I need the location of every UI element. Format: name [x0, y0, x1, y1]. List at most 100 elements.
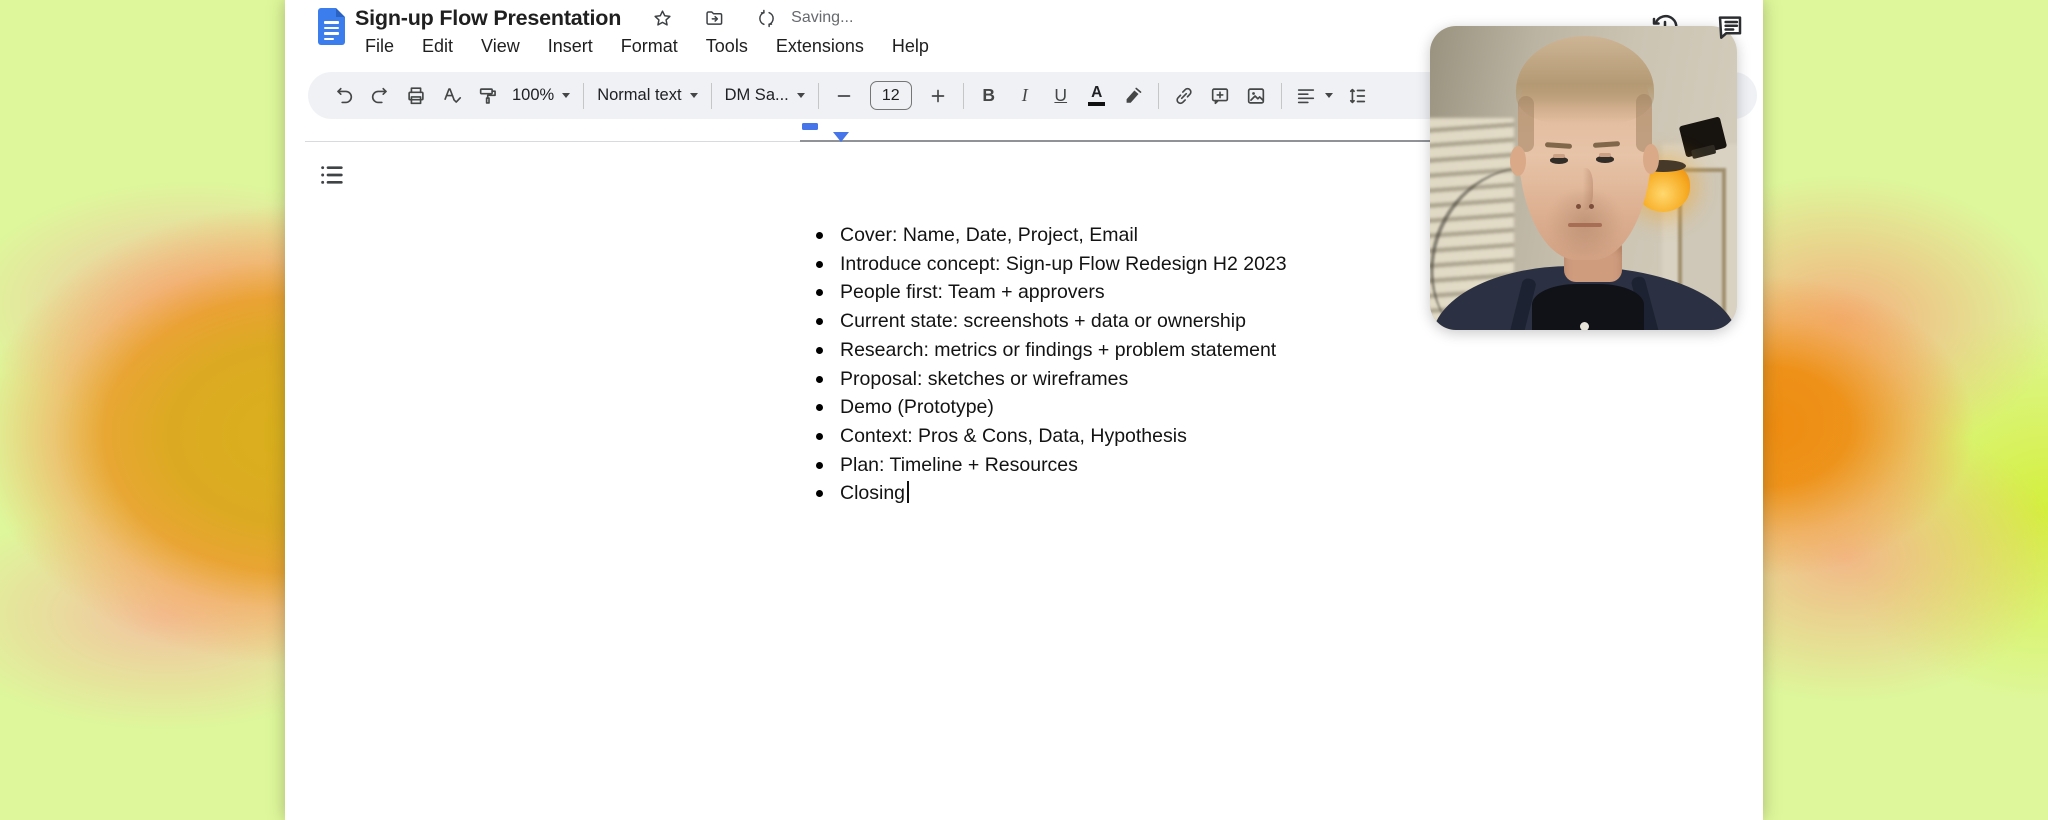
paragraph-style-select[interactable]: Normal text — [591, 86, 703, 105]
saving-sync-button[interactable] — [753, 5, 779, 31]
desktop-gradient-left — [0, 0, 286, 820]
chevron-down-icon — [562, 93, 570, 98]
left-indent-marker[interactable] — [833, 132, 849, 142]
list-item[interactable]: Context: Pros & Cons, Data, Hypothesis — [815, 422, 1287, 451]
align-left-icon — [1295, 85, 1317, 107]
undo-button[interactable] — [326, 78, 362, 114]
person-eye — [1550, 157, 1568, 164]
person-eye — [1596, 156, 1614, 163]
align-select[interactable] — [1289, 85, 1339, 107]
saving-status: Saving... — [791, 9, 853, 27]
person-hair-side — [1518, 96, 1534, 152]
sync-icon — [756, 8, 777, 29]
undo-icon — [333, 85, 355, 107]
add-comment-button[interactable] — [1202, 78, 1238, 114]
list-item-text: Closing — [840, 482, 909, 504]
first-line-indent-marker[interactable] — [802, 123, 818, 130]
comment-plus-icon — [1209, 85, 1231, 107]
spellcheck-icon — [441, 85, 463, 107]
print-icon — [405, 85, 427, 107]
redo-button[interactable] — [362, 78, 398, 114]
italic-button[interactable]: I — [1007, 78, 1043, 114]
line-spacing-button[interactable] — [1339, 78, 1375, 114]
list-item[interactable]: Plan: Timeline + Resources — [815, 451, 1287, 480]
bold-button[interactable]: B — [971, 78, 1007, 114]
comment-history-icon — [1715, 12, 1745, 42]
zoom-select[interactable]: 100% — [506, 86, 576, 105]
paint-roller-icon — [477, 85, 499, 107]
chevron-down-icon — [690, 93, 698, 98]
webcam-overlay[interactable] — [1430, 26, 1737, 330]
font-select[interactable]: DM Sa... — [719, 86, 811, 105]
folder-move-icon — [704, 8, 725, 29]
redo-icon — [369, 85, 391, 107]
list-item-text: Context: Pros & Cons, Data, Hypothesis — [840, 425, 1187, 447]
font-size-input[interactable]: 12 — [870, 81, 912, 110]
menu-item[interactable]: View — [469, 34, 532, 59]
list-item[interactable]: Current state: screenshots + data or own… — [815, 307, 1287, 336]
list-item[interactable]: People first: Team + approvers — [815, 278, 1287, 307]
list-item[interactable]: Introduce concept: Sign-up Flow Redesign… — [815, 250, 1287, 279]
font-value: DM Sa... — [725, 86, 789, 105]
open-comments-button[interactable] — [1713, 10, 1747, 44]
text-color-button[interactable]: A — [1079, 78, 1115, 114]
paint-format-button[interactable] — [470, 78, 506, 114]
zoom-value: 100% — [512, 86, 554, 105]
spellcheck-button[interactable] — [434, 78, 470, 114]
list-item[interactable]: Proposal: sketches or wireframes — [815, 365, 1287, 394]
docs-icon-fold — [336, 8, 345, 17]
star-icon — [652, 8, 673, 29]
menu-item[interactable]: Insert — [536, 34, 605, 59]
decrease-font-size-button[interactable] — [826, 78, 862, 114]
list-item-text: Demo (Prototype) — [840, 396, 994, 418]
menu-bar: FileEditViewInsertFormatToolsExtensionsH… — [353, 34, 941, 59]
list-item[interactable]: Closing — [815, 479, 1287, 508]
chevron-down-icon — [797, 93, 805, 98]
menu-item[interactable]: Help — [880, 34, 941, 59]
document-bulleted-list[interactable]: Cover: Name, Date, Project, Email Introd… — [815, 221, 1287, 508]
increase-font-size-button[interactable] — [920, 78, 956, 114]
link-icon — [1173, 85, 1195, 107]
menu-item[interactable]: Extensions — [764, 34, 876, 59]
insert-link-button[interactable] — [1166, 78, 1202, 114]
list-item-text: Proposal: sketches or wireframes — [840, 368, 1128, 390]
list-item[interactable]: Cover: Name, Date, Project, Email — [815, 221, 1287, 250]
list-item-text: Cover: Name, Date, Project, Email — [840, 224, 1138, 246]
print-button[interactable] — [398, 78, 434, 114]
menu-item[interactable]: Edit — [410, 34, 465, 59]
google-docs-icon[interactable] — [318, 8, 345, 45]
list-item-text: Current state: screenshots + data or own… — [840, 310, 1246, 332]
line-spacing-icon — [1346, 85, 1368, 107]
list-item-text: Plan: Timeline + Resources — [840, 454, 1078, 476]
show-outline-button[interactable] — [312, 155, 352, 195]
list-item[interactable]: Demo (Prototype) — [815, 393, 1287, 422]
image-icon — [1245, 85, 1267, 107]
menu-item[interactable]: Tools — [694, 34, 760, 59]
minus-icon — [833, 85, 855, 107]
outline-list-icon — [316, 159, 348, 191]
highlight-color-button[interactable] — [1115, 78, 1151, 114]
plus-icon — [927, 85, 949, 107]
menu-item[interactable]: Format — [609, 34, 690, 59]
paragraph-style-value: Normal text — [597, 86, 681, 105]
highlighter-icon — [1122, 85, 1144, 107]
person-ear — [1510, 146, 1526, 176]
text-color-icon: A — [1088, 85, 1105, 106]
document-title[interactable]: Sign-up Flow Presentation — [355, 6, 621, 31]
star-button[interactable] — [649, 5, 675, 31]
shirt-button — [1580, 322, 1589, 330]
screen: Sign-up Flow Presentation Saving... File… — [0, 0, 2048, 820]
chevron-down-icon — [1325, 93, 1333, 98]
person-hair — [1516, 36, 1654, 124]
menu-item[interactable]: File — [353, 34, 406, 59]
underline-button[interactable]: U — [1043, 78, 1079, 114]
insert-image-button[interactable] — [1238, 78, 1274, 114]
person-ear — [1643, 144, 1659, 174]
list-item[interactable]: Research: metrics or findings + problem … — [815, 336, 1287, 365]
person-mouth — [1568, 223, 1602, 227]
list-item-text: Introduce concept: Sign-up Flow Redesign… — [840, 253, 1287, 275]
list-item-text: Research: metrics or findings + problem … — [840, 339, 1276, 361]
list-item-text: People first: Team + approvers — [840, 281, 1105, 303]
move-to-folder-button[interactable] — [701, 5, 727, 31]
desktop-gradient-right — [1762, 0, 2048, 820]
